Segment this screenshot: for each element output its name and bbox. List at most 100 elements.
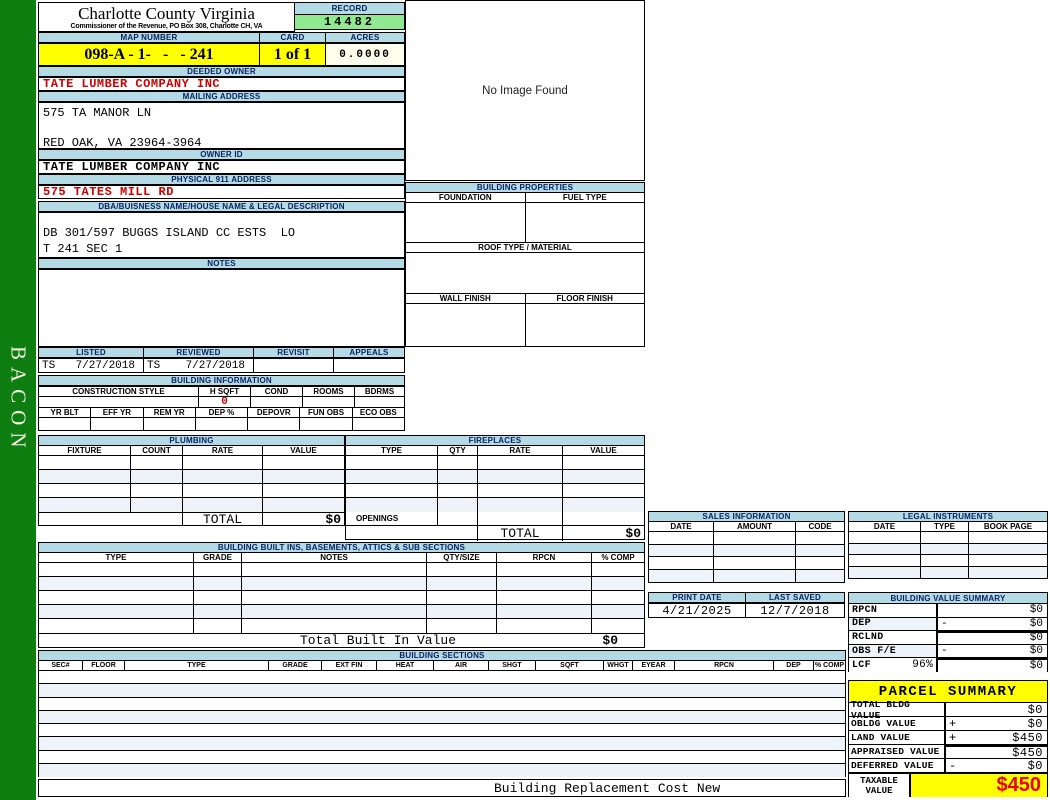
floor-finish-field[interactable]: [526, 304, 645, 346]
acres-field[interactable]: 0.0000: [326, 44, 404, 65]
eff-yr-field[interactable]: [91, 418, 144, 430]
ps-value: $0: [1027, 758, 1043, 773]
legal-description-field[interactable]: DB 301/597 BUGGS ISLAND CC ESTS LO T 241…: [38, 212, 405, 258]
appeals-field[interactable]: [334, 359, 404, 372]
plumbing-table: PLUMBING FIXTURE COUNT RATE VALUE TOTAL …: [38, 435, 345, 526]
bvs-lcf-pct: 96%: [912, 659, 933, 672]
roof-field[interactable]: [406, 253, 644, 293]
taxable-value: $450: [911, 774, 1047, 797]
plumbing-row[interactable]: [39, 498, 344, 512]
sales-row[interactable]: [649, 569, 844, 582]
yr-blt-field[interactable]: [39, 418, 92, 430]
foundation-field[interactable]: [406, 203, 526, 242]
bvs-op: -: [941, 617, 948, 630]
sales-row[interactable]: [649, 532, 844, 545]
plumbing-row[interactable]: [39, 456, 344, 470]
last-saved-value: 12/7/2018: [760, 604, 830, 617]
rooms-field[interactable]: [303, 397, 355, 407]
card-field[interactable]: 1 of 1: [260, 44, 326, 65]
built-ins-row[interactable]: [39, 591, 644, 605]
listed-label: LISTED: [38, 347, 144, 358]
physical-address-field[interactable]: 575 TATES MILL RD: [39, 185, 174, 199]
map-number-field[interactable]: 098-A - 1- - - 241: [39, 44, 260, 65]
col-rate: RATE: [183, 446, 263, 455]
mailing-address-field[interactable]: 575 TA MANOR LN RED OAK, VA 23964-3964: [38, 102, 405, 150]
col-notes: NOTES: [242, 553, 427, 562]
fireplaces-row[interactable]: [346, 498, 644, 512]
side-color-bar: BACON: [0, 0, 36, 800]
h-sqft-field[interactable]: 0: [199, 397, 251, 407]
notes-field[interactable]: [38, 269, 405, 347]
building-sections-row[interactable]: [39, 671, 845, 685]
taxable-value-label: TAXABLE VALUE: [849, 774, 911, 797]
col-dep-pct: DEP %: [195, 408, 249, 417]
rem-yr-field[interactable]: [144, 418, 196, 430]
cond-field[interactable]: [251, 397, 303, 407]
col-qty: QTY: [438, 446, 478, 455]
built-ins-row[interactable]: [39, 563, 644, 577]
building-sections-row[interactable]: [39, 684, 845, 698]
fireplaces-row[interactable]: [346, 470, 644, 484]
fuel-type-field[interactable]: [526, 203, 645, 242]
ps-value: $450: [1012, 730, 1043, 745]
ps-op: -: [949, 758, 957, 773]
bvs-label: OBS F/E: [852, 645, 897, 657]
construction-style-field[interactable]: [39, 397, 199, 407]
dep-pct-field[interactable]: [196, 418, 249, 430]
col-construction-style: CONSTRUCTION STYLE: [39, 387, 199, 396]
built-ins-row[interactable]: [39, 605, 644, 619]
bvs-op: -: [941, 645, 948, 658]
acres-label: ACRES: [326, 32, 405, 43]
built-ins-row[interactable]: [39, 577, 644, 591]
sales-row[interactable]: [649, 544, 844, 557]
legal-instruments-row[interactable]: [849, 532, 1047, 544]
building-sections-row[interactable]: [39, 697, 845, 711]
col-fun-obs: FUN OBS: [300, 408, 353, 417]
bvs-row-rclnd: RCLND $0: [849, 631, 1047, 645]
ps-label: LAND VALUE: [851, 732, 911, 743]
col-value: VALUE: [263, 446, 344, 455]
eco-obs-field[interactable]: [353, 418, 404, 430]
listed-by: TS: [42, 359, 56, 372]
wall-finish-field[interactable]: [406, 304, 526, 346]
revisit-label: REVISIT: [254, 347, 334, 358]
fun-obs-field[interactable]: [300, 418, 353, 430]
bvs-value: $0: [1029, 660, 1043, 673]
fireplaces-row[interactable]: [346, 484, 644, 498]
legal-instruments-row[interactable]: [849, 543, 1047, 555]
deeded-owner-label: DEEDED OWNER: [38, 66, 405, 77]
bdrms-field[interactable]: [355, 397, 404, 407]
col-amount: AMOUNT: [714, 522, 796, 531]
ps-value: $0: [1027, 702, 1043, 717]
legal-instruments-row[interactable]: [849, 555, 1047, 567]
col-sec: SEC#: [39, 661, 83, 670]
building-sections-row[interactable]: [39, 710, 845, 725]
openings-field[interactable]: [438, 512, 478, 525]
depovr-field[interactable]: [248, 418, 301, 430]
deeded-owner-field[interactable]: TATE LUMBER COMPANY INC: [39, 77, 220, 91]
built-ins-row[interactable]: [39, 619, 644, 633]
fireplaces-row[interactable]: [346, 456, 644, 470]
building-sections-row[interactable]: [39, 750, 845, 765]
reviewed-field[interactable]: TS 7/27/2018: [144, 359, 254, 372]
print-date-label: PRINT DATE: [648, 592, 746, 603]
building-sections-row[interactable]: [39, 724, 845, 738]
plumbing-row[interactable]: [39, 470, 344, 484]
col-yr-blt: YR BLT: [39, 408, 92, 417]
building-sections-row[interactable]: [39, 764, 845, 778]
building-sections-row[interactable]: [39, 737, 845, 751]
foundation-label: FOUNDATION: [406, 193, 526, 202]
building-value-summary-title: BUILDING VALUE SUMMARY: [849, 593, 1047, 604]
owner-id-field[interactable]: TATE LUMBER COMPANY INC: [39, 160, 220, 174]
col-book-page: BOOK PAGE: [969, 522, 1047, 531]
plumbing-row[interactable]: [39, 484, 344, 498]
legal-instruments-row[interactable]: [849, 566, 1047, 578]
record-box: RECORD 14482: [294, 2, 405, 32]
revisit-field[interactable]: [254, 359, 334, 372]
listed-field[interactable]: TS 7/27/2018: [39, 359, 144, 372]
col-sqft: SQFT: [536, 661, 604, 670]
plumbing-total-label: TOTAL: [183, 513, 263, 526]
sales-row[interactable]: [649, 557, 844, 570]
col-heat: HEAT: [377, 661, 434, 670]
col-shgt: SHGT: [489, 661, 536, 670]
